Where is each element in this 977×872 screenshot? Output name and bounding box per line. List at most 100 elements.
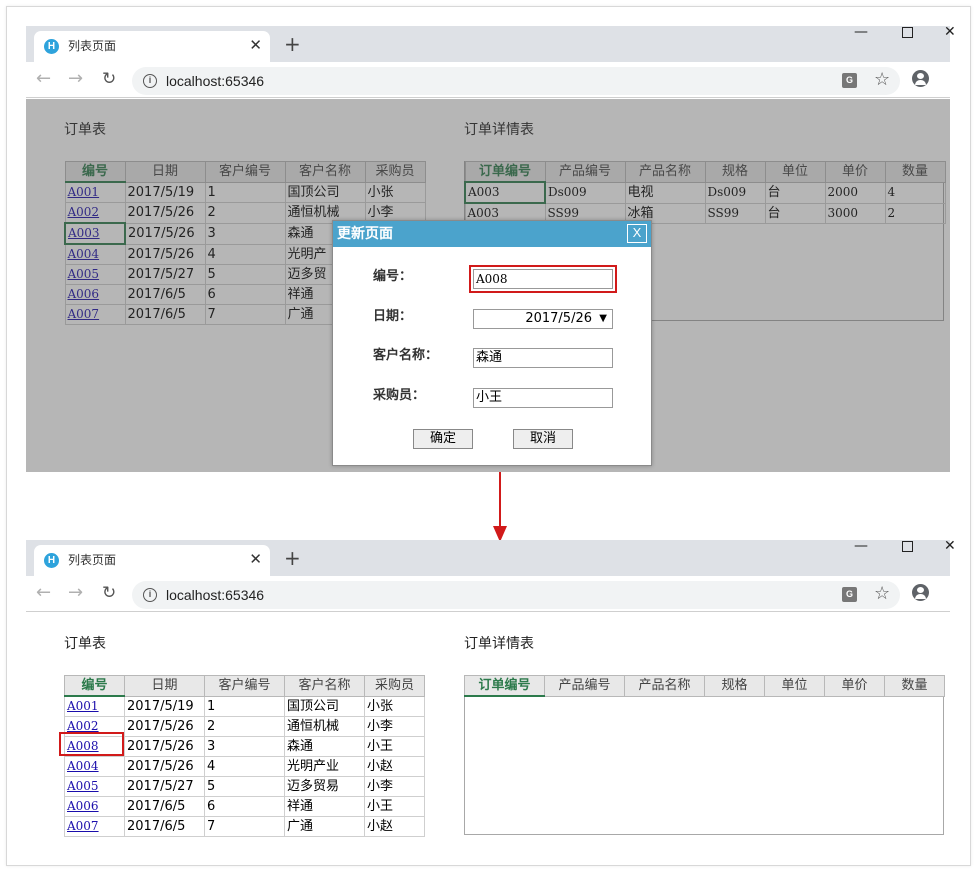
dialog-titlebar[interactable]: 更新页面 X: [333, 221, 651, 247]
confirm-button[interactable]: 确定: [413, 429, 473, 449]
dialog-close-button[interactable]: X: [627, 224, 647, 243]
table-cell: 2017/5/26: [124, 756, 205, 777]
order-link[interactable]: A006: [67, 799, 99, 813]
browser-toolbar: ← → ↻ i localhost:65346 G ☆: [26, 62, 950, 98]
order-link[interactable]: A001: [67, 699, 99, 713]
table-cell: 广通: [284, 816, 365, 837]
id-input[interactable]: A008: [469, 265, 617, 293]
table-cell: 3: [204, 736, 285, 757]
maximize-icon[interactable]: [902, 27, 913, 38]
field-label-buyer: 采购员：: [373, 388, 426, 403]
column-header[interactable]: 采购员: [364, 675, 425, 697]
translate-icon[interactable]: G: [842, 73, 857, 88]
maximize-icon[interactable]: [902, 541, 913, 552]
table-row[interactable]: A001 2017/5/19 1 国顶公司 小张: [64, 695, 425, 717]
reload-icon[interactable]: ↻: [102, 68, 116, 90]
column-header[interactable]: 日期: [124, 675, 205, 697]
browser-tab[interactable]: H 列表页面 ✕: [34, 545, 270, 576]
orders-title: 订单表: [64, 636, 106, 652]
table-cell: 5: [204, 776, 285, 797]
star-icon[interactable]: ☆: [874, 583, 890, 605]
tab-title: 列表页面: [68, 553, 117, 567]
column-header[interactable]: 订单编号: [464, 675, 545, 697]
new-tab-button[interactable]: +: [284, 31, 301, 57]
customer-name-input[interactable]: 森通: [473, 348, 613, 368]
page-content-after: 订单表 订单详情表 编号 日期 客户编号 客户名称 采购员 A001 2017/5…: [26, 613, 950, 840]
table-cell: 小赵: [364, 756, 425, 777]
new-tab-button[interactable]: +: [284, 545, 301, 571]
field-label-customer: 客户名称：: [373, 348, 439, 363]
info-icon[interactable]: i: [143, 588, 157, 602]
account-icon[interactable]: [912, 584, 929, 601]
translate-icon[interactable]: G: [842, 587, 857, 602]
url-text: localhost:65346: [166, 587, 265, 603]
forward-arrow-icon[interactable]: →: [68, 68, 83, 90]
close-window-icon[interactable]: ✕: [944, 22, 956, 42]
order-link[interactable]: A002: [67, 719, 99, 733]
table-cell: 祥通: [284, 796, 365, 817]
column-header[interactable]: 规格: [704, 675, 765, 697]
reload-icon[interactable]: ↻: [102, 582, 116, 604]
table-cell: 2017/5/26: [124, 716, 205, 737]
table-row[interactable]: A005 2017/5/27 5 迈多贸易 小李: [64, 776, 425, 797]
table-cell: 通恒机械: [284, 716, 365, 737]
minimize-icon[interactable]: —: [854, 536, 868, 556]
updated-row-highlight: [59, 732, 124, 756]
order-link[interactable]: A005: [67, 779, 99, 793]
table-row[interactable]: A006 2017/6/5 6 祥通 小王: [64, 796, 425, 817]
order-details-table-frame: [464, 675, 944, 835]
tab-title: 列表页面: [68, 39, 117, 53]
back-arrow-icon[interactable]: ←: [36, 68, 51, 90]
table-cell: 小王: [364, 736, 425, 757]
info-icon[interactable]: i: [143, 74, 157, 88]
close-window-icon[interactable]: ✕: [944, 536, 956, 556]
table-cell: 6: [204, 796, 285, 817]
order-link[interactable]: A007: [67, 819, 99, 833]
column-header[interactable]: 客户编号: [204, 675, 285, 697]
back-arrow-icon[interactable]: ←: [36, 582, 51, 604]
chevron-down-icon: ▼: [599, 313, 607, 324]
table-cell: 4: [204, 756, 285, 777]
orders-table: 编号 日期 客户编号 客户名称 采购员 A001 2017/5/19 1 国顶公司 小张…: [64, 675, 425, 837]
star-icon[interactable]: ☆: [874, 69, 890, 91]
table-row[interactable]: A004 2017/5/26 4 光明产业 小赵: [64, 756, 425, 777]
order-details-title: 订单详情表: [464, 636, 534, 652]
browser-window-before: H 列表页面 ✕ + — ✕ ← → ↻ i localhost:65346 G…: [26, 24, 956, 472]
address-bar[interactable]: i localhost:65346 G ☆: [132, 67, 900, 95]
buyer-input[interactable]: 小王: [473, 388, 613, 408]
column-header[interactable]: 数量: [884, 675, 945, 697]
address-bar[interactable]: i localhost:65346 G ☆: [132, 581, 900, 609]
column-header[interactable]: 单位: [764, 675, 825, 697]
table-cell: 森通: [284, 736, 365, 757]
column-header[interactable]: 产品编号: [544, 675, 625, 697]
forward-arrow-icon[interactable]: →: [68, 582, 83, 604]
table-cell: 2017/6/5: [124, 816, 205, 837]
date-select[interactable]: 2017/5/26 ▼: [473, 309, 613, 329]
table-cell: 2017/5/26: [124, 736, 205, 757]
close-tab-icon[interactable]: ✕: [249, 36, 262, 54]
favicon-icon: H: [44, 39, 59, 54]
column-header[interactable]: 编号: [64, 675, 125, 697]
browser-window-after: H 列表页面 ✕ + — ✕ ← → ↻ i localhost:65346 G…: [26, 538, 956, 840]
browser-tab[interactable]: H 列表页面 ✕: [34, 31, 270, 62]
account-icon[interactable]: [912, 70, 929, 87]
column-header[interactable]: 客户名称: [284, 675, 365, 697]
tab-strip: H 列表页面 ✕ + — ✕: [26, 24, 956, 62]
update-dialog: 更新页面 X 编号： A008 日期： 2017/5/26 ▼ 客户名称： 森通 …: [332, 220, 652, 466]
table-cell: 小张: [364, 695, 425, 717]
column-header[interactable]: 产品名称: [624, 675, 705, 697]
cancel-button[interactable]: 取消: [513, 429, 573, 449]
browser-toolbar: ← → ↻ i localhost:65346 G ☆: [26, 576, 950, 612]
table-cell: 2017/6/5: [124, 796, 205, 817]
table-cell: 2017/5/27: [124, 776, 205, 797]
table-cell: 国顶公司: [284, 695, 365, 717]
table-row[interactable]: A007 2017/6/5 7 广通 小赵: [64, 816, 425, 837]
column-header[interactable]: 单价: [824, 675, 885, 697]
table-cell: 光明产业: [284, 756, 365, 777]
minimize-icon[interactable]: —: [854, 22, 868, 42]
table-cell: 1: [204, 695, 285, 717]
date-value: 2017/5/26: [525, 311, 592, 326]
tab-strip: H 列表页面 ✕ + — ✕: [26, 538, 956, 576]
close-tab-icon[interactable]: ✕: [249, 550, 262, 568]
order-link[interactable]: A004: [67, 759, 99, 773]
